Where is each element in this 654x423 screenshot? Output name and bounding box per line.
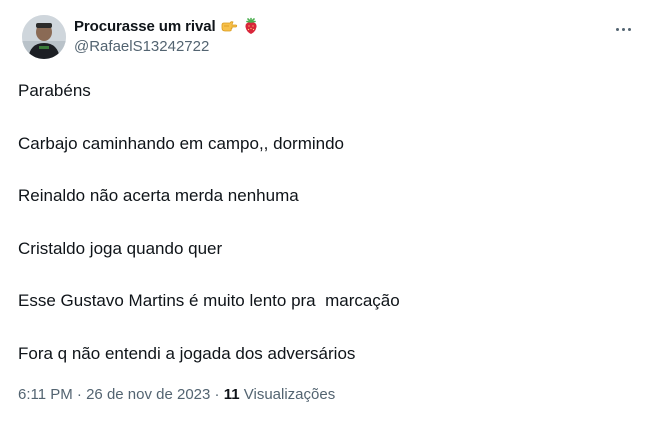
tweet-line: Reinaldo não acerta merda nenhuma — [18, 186, 299, 206]
tweet-meta: 6:11 PM · 26 de nov de 2023 · 11 Visuali… — [18, 386, 335, 403]
strawberry-emoji-icon — [244, 17, 257, 34]
tweet-card: Procurasse um rival @RafaelS13242722 Par… — [0, 0, 654, 423]
tweet-time: 6:11 PM — [18, 386, 73, 403]
views-count: 11 — [223, 386, 240, 403]
author-names: Procurasse um rival @RafaelS13242722 — [74, 15, 260, 55]
tweet-line: Esse Gustavo Martins é muito lento pra m… — [18, 291, 400, 311]
tweet-header: Procurasse um rival @RafaelS13242722 — [18, 13, 642, 61]
tweet-text: Parabéns Carbajo caminhando em campo,, d… — [18, 78, 638, 394]
meta-separator: · — [72, 386, 87, 403]
tweet-date: 26 de nov de 2023 — [86, 386, 211, 403]
author-handle[interactable]: @RafaelS13242722 — [74, 38, 260, 55]
tweet-line: Carbajo caminhando em campo,, dormindo — [18, 133, 345, 153]
avatar[interactable] — [22, 15, 66, 59]
display-name[interactable]: Procurasse um rival — [74, 18, 216, 35]
views-label: Visualizações — [243, 386, 336, 403]
more-options-icon[interactable] — [612, 19, 634, 39]
display-name-row[interactable]: Procurasse um rival — [74, 15, 260, 37]
pointing-right-emoji-icon — [221, 21, 237, 32]
meta-separator: · — [210, 386, 224, 403]
tweet-line: Cristaldo joga quando quer — [18, 238, 223, 258]
tweet-line: Fora q não entendi a jogada dos adversár… — [18, 343, 356, 363]
avatar-image — [22, 15, 66, 59]
tweet-timestamp-link[interactable]: 6:11 PM · 26 de nov de 2023 — [18, 386, 210, 403]
tweet-line: Parabéns — [18, 81, 91, 100]
